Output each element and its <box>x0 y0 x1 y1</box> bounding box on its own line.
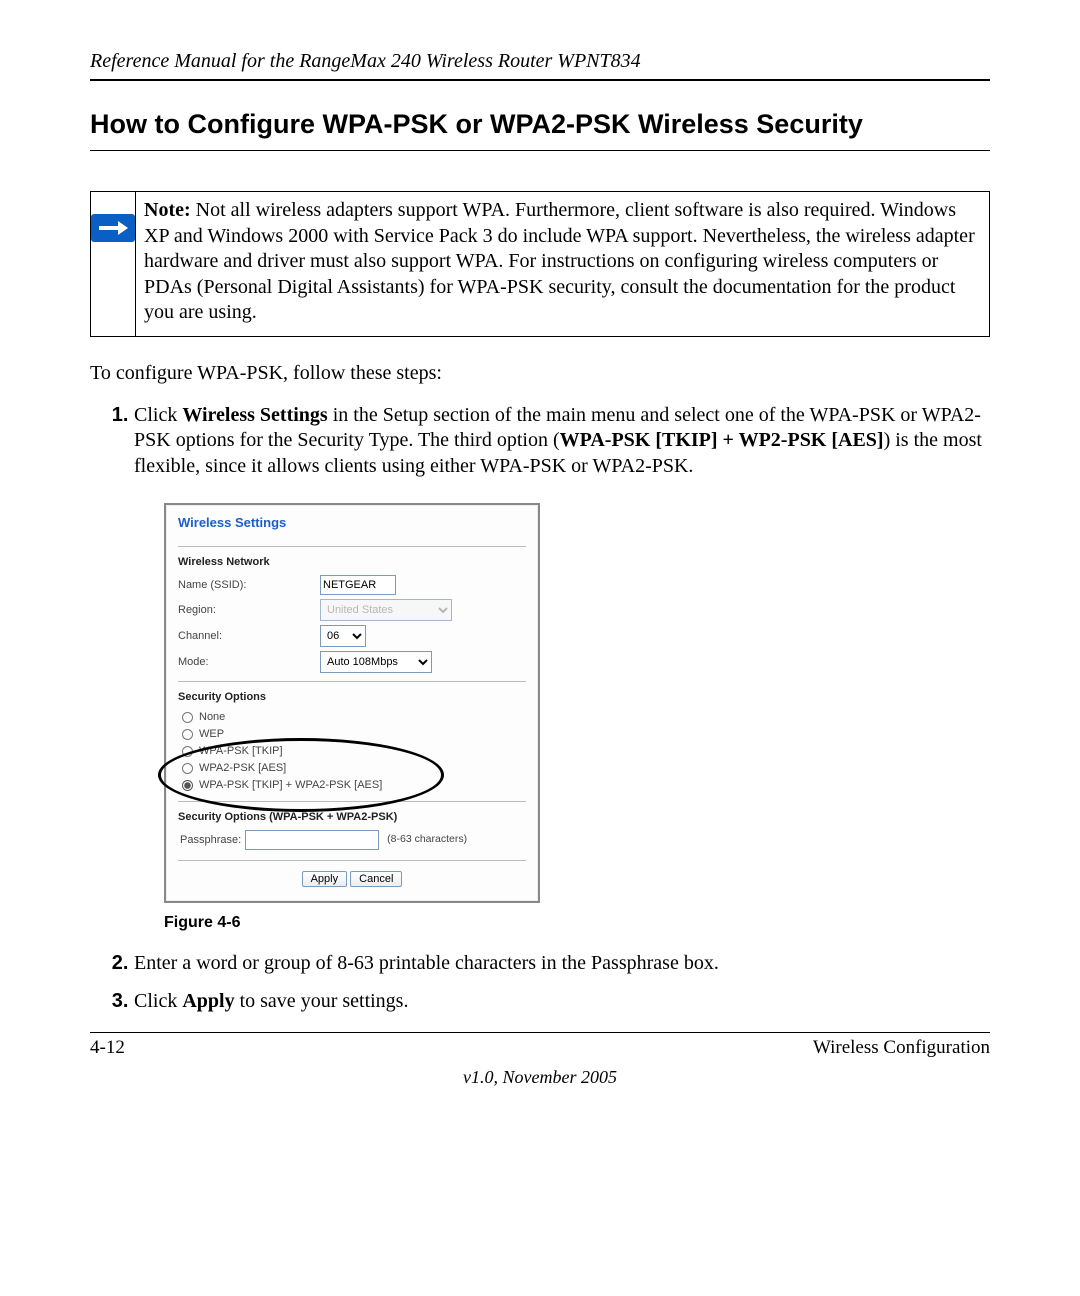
region-label: Region: <box>178 603 320 617</box>
radio-wpa[interactable] <box>182 746 193 757</box>
panel-title: Wireless Settings <box>178 515 526 532</box>
step3-t2: to save your settings. <box>235 990 409 1012</box>
step-3: Click Apply to save your settings. <box>134 989 990 1015</box>
chapter-name: Wireless Configuration <box>813 1037 990 1059</box>
passphrase-input[interactable] <box>245 830 379 850</box>
radio-both-label: WPA-PSK [TKIP] + WPA2-PSK [AES] <box>199 778 382 792</box>
header-rule <box>90 79 990 81</box>
running-header: Reference Manual for the RangeMax 240 Wi… <box>90 50 990 73</box>
radio-none-row[interactable]: None <box>182 710 526 724</box>
steps-list: Click Wireless Settings in the Setup sec… <box>90 403 990 1015</box>
step1-t1: Click <box>134 404 182 426</box>
radio-wpa-label: WPA-PSK [TKIP] <box>199 744 283 758</box>
note-box: Note: Not all wireless adapters support … <box>90 191 990 337</box>
channel-label: Channel: <box>178 629 320 643</box>
panel-sep-3 <box>178 801 526 802</box>
note-text: Note: Not all wireless adapters support … <box>136 192 989 336</box>
step-1: Click Wireless Settings in the Setup sec… <box>134 403 990 934</box>
radio-wpa-row[interactable]: WPA-PSK [TKIP] <box>182 744 526 758</box>
radio-wpa2-label: WPA2-PSK [AES] <box>199 761 286 775</box>
step1-b2: WPA-PSK [TKIP] + WP2-PSK [AES] <box>560 429 884 451</box>
radio-both[interactable] <box>182 780 193 791</box>
radio-none-label: None <box>199 710 225 724</box>
intro-text: To configure WPA-PSK, follow these steps… <box>90 361 990 387</box>
channel-select[interactable]: 06 <box>320 625 366 647</box>
arrow-icon <box>91 214 135 242</box>
apply-button[interactable]: Apply <box>302 871 348 887</box>
security-options-head: Security Options <box>178 690 526 704</box>
page-footer: 4-12 Wireless Configuration <box>90 1037 990 1059</box>
passphrase-hint: (8-63 characters) <box>387 833 467 846</box>
security-options2-head: Security Options (WPA-PSK + WPA2-PSK) <box>178 810 526 824</box>
footer-rule <box>90 1032 990 1033</box>
radio-both-row[interactable]: WPA-PSK [TKIP] + WPA2-PSK [AES] <box>182 778 526 792</box>
wireless-network-head: Wireless Network <box>178 555 526 569</box>
note-label: Note: <box>144 199 191 221</box>
note-body: Not all wireless adapters support WPA. F… <box>144 199 975 323</box>
wireless-settings-panel: Wireless Settings Wireless Network Name … <box>164 503 540 902</box>
step3-b: Apply <box>182 990 234 1012</box>
section-title: How to Configure WPA-PSK or WPA2-PSK Wir… <box>90 109 990 140</box>
radio-none[interactable] <box>182 712 193 723</box>
step-2: Enter a word or group of 8-63 printable … <box>134 951 990 977</box>
note-icon-cell <box>91 192 136 336</box>
page-number: 4-12 <box>90 1037 125 1059</box>
radio-wep[interactable] <box>182 729 193 740</box>
mode-select[interactable]: Auto 108Mbps <box>320 651 432 673</box>
title-underline <box>90 150 990 151</box>
panel-sep-2 <box>178 681 526 682</box>
button-bar: Apply Cancel <box>178 871 526 887</box>
step2-text: Enter a word or group of 8-63 printable … <box>134 952 719 974</box>
radio-wep-label: WEP <box>199 727 224 741</box>
passphrase-row: Passphrase: (8-63 characters) <box>180 830 526 850</box>
figure-caption: Figure 4-6 <box>164 913 990 933</box>
region-select[interactable]: United States <box>320 599 452 621</box>
radio-wpa2-row[interactable]: WPA2-PSK [AES] <box>182 761 526 775</box>
step3-t1: Click <box>134 990 182 1012</box>
panel-sep-1 <box>178 546 526 547</box>
version-line: v1.0, November 2005 <box>90 1067 990 1088</box>
passphrase-label: Passphrase: <box>180 833 241 847</box>
radio-wpa2[interactable] <box>182 763 193 774</box>
region-row: Region: United States <box>178 599 526 621</box>
step1-b1: Wireless Settings <box>182 404 327 426</box>
mode-label: Mode: <box>178 655 320 669</box>
mode-row: Mode: Auto 108Mbps <box>178 651 526 673</box>
radio-wep-row[interactable]: WEP <box>182 727 526 741</box>
ssid-row: Name (SSID): <box>178 575 526 595</box>
ssid-input[interactable] <box>320 575 396 595</box>
panel-sep-4 <box>178 860 526 861</box>
channel-row: Channel: 06 <box>178 625 526 647</box>
ssid-label: Name (SSID): <box>178 578 320 592</box>
cancel-button[interactable]: Cancel <box>350 871 402 887</box>
